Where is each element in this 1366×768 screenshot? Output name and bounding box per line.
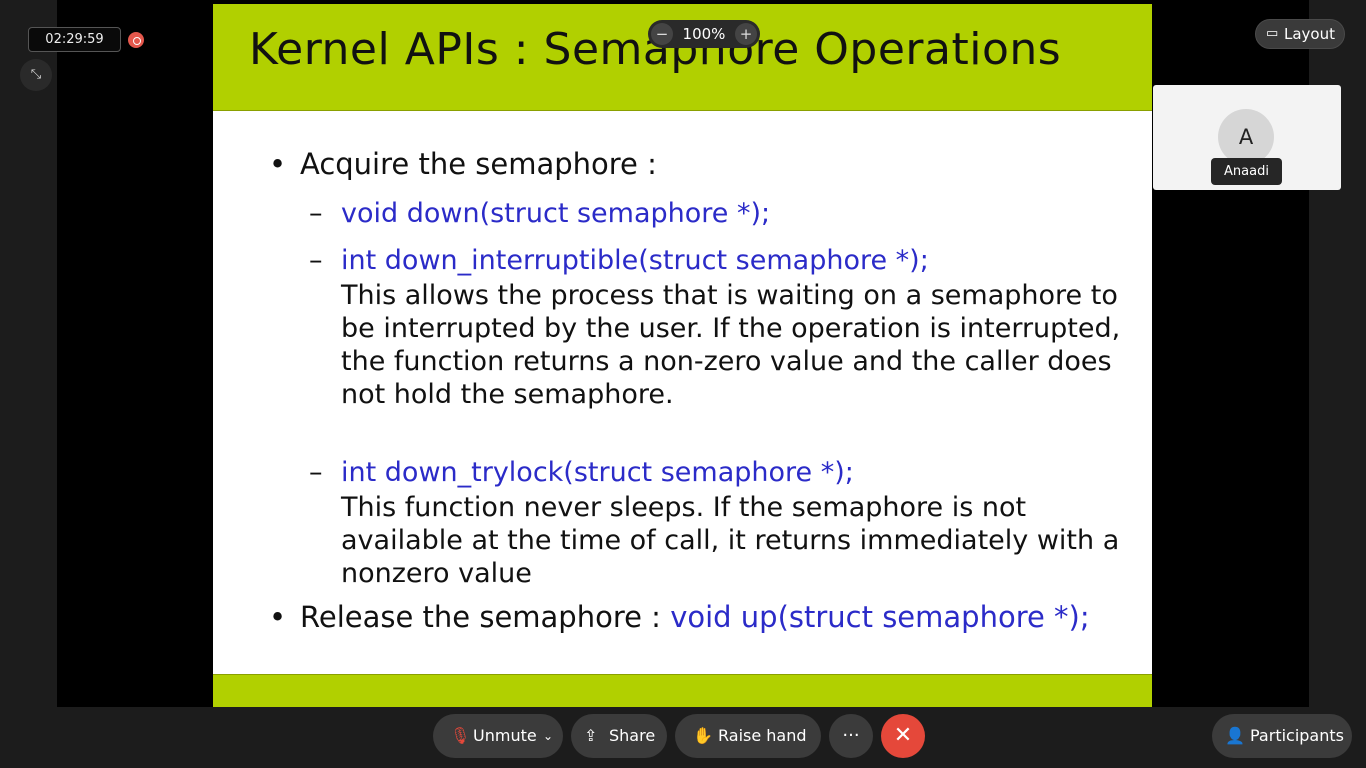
description-down-trylock: This function never sleeps. If the semap…: [341, 492, 1120, 589]
bullet-release-label: Release the semaphore :: [300, 600, 661, 634]
recording-indicator-icon: [128, 32, 144, 48]
layout-icon: ▭: [1266, 26, 1279, 41]
code-signature: void down(struct semaphore *);: [341, 198, 771, 229]
share-icon: ⇪: [584, 726, 598, 745]
slide-footer-band: [213, 674, 1152, 707]
description-down-interruptible: This allows the process that is waiting …: [341, 280, 1121, 410]
layout-button[interactable]: ▭ Layout: [1255, 19, 1345, 49]
dash-marker: –: [309, 198, 323, 229]
dash-marker: –: [309, 457, 323, 488]
participants-button[interactable]: 👤 Participants: [1212, 714, 1352, 758]
close-icon: ✕: [893, 723, 913, 748]
code-signature: int down_trylock(struct semaphore *);: [341, 457, 854, 488]
hand-icon: ✋: [693, 726, 713, 745]
meeting-timer: 02:29:59: [28, 27, 121, 52]
participants-label: Participants: [1250, 726, 1344, 745]
unmute-label: Unmute: [473, 726, 537, 745]
collapse-icon[interactable]: ⤡: [20, 59, 52, 91]
raise-hand-label: Raise hand: [718, 726, 807, 745]
bullet-text: Acquire the semaphore :: [300, 147, 657, 181]
bullet-marker: •: [269, 600, 287, 634]
leave-call-button[interactable]: ✕: [881, 714, 925, 758]
person-icon: 👤: [1225, 726, 1245, 745]
layout-label: Layout: [1284, 25, 1335, 43]
chevron-down-icon[interactable]: ⌄: [543, 714, 553, 758]
zoom-in-button[interactable]: +: [735, 23, 757, 45]
share-button[interactable]: ⇪ Share: [571, 714, 667, 758]
bullet-marker: •: [269, 147, 287, 181]
dash-marker: –: [309, 245, 323, 276]
code-signature: void up(struct semaphore *);: [670, 600, 1090, 634]
code-signature: int down_interruptible(struct semaphore …: [341, 245, 929, 276]
avatar: A: [1218, 109, 1274, 165]
share-label: Share: [609, 726, 656, 745]
zoom-control: − 100% +: [648, 20, 760, 48]
bullet-text: Release the semaphore : void up(struct s…: [300, 600, 1090, 634]
participant-tile[interactable]: A Anaadi: [1153, 85, 1341, 190]
zoom-level: 100%: [682, 25, 726, 43]
zoom-out-button[interactable]: −: [651, 23, 673, 45]
raise-hand-button[interactable]: ✋ Raise hand: [675, 714, 821, 758]
unmute-button[interactable]: 🎙 Unmute ⌄: [433, 714, 563, 758]
mic-off-icon: 🎙: [450, 726, 471, 745]
more-options-button[interactable]: ···: [829, 714, 873, 758]
participant-name: Anaadi: [1211, 158, 1282, 185]
shared-slide: Kernel APIs : Semaphore Operations • Acq…: [213, 4, 1152, 707]
